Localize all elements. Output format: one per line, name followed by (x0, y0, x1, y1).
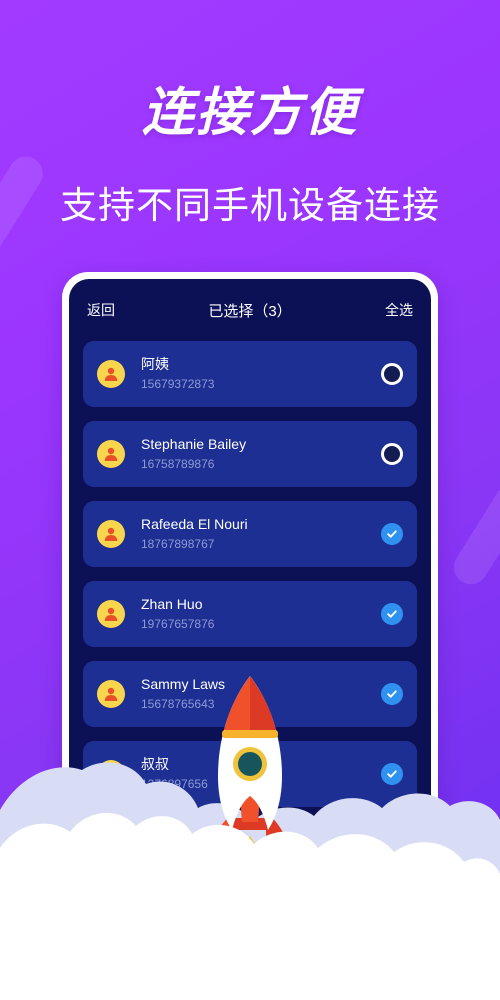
contact-name: Stephanie Bailey (141, 436, 247, 452)
checkbox-checked[interactable] (381, 683, 403, 705)
contact-text: 阿姨 15679372873 (141, 355, 381, 393)
contact-name: Zhan Huo (141, 596, 203, 612)
contact-text: Rafeeda El Nouri 18767898767 (141, 515, 381, 553)
checkbox-unchecked[interactable] (381, 363, 403, 385)
contact-name: 阿姨 (141, 356, 169, 372)
avatar-icon (97, 520, 125, 548)
promo-subheadline: 支持不同手机设备连接 (60, 185, 440, 226)
checkbox-checked[interactable] (381, 523, 403, 545)
avatar-icon (97, 440, 125, 468)
back-button[interactable]: 返回 (87, 300, 143, 320)
contact-phone: 18767898767 (141, 537, 215, 551)
contact-row[interactable]: Zhan Huo 19767657876 (83, 581, 417, 647)
contact-text: Zhan Huo 19767657876 (141, 595, 381, 633)
contact-row[interactable]: Stephanie Bailey 16758789876 (83, 421, 417, 487)
decor-streak-right (447, 479, 500, 591)
promo-headline: 连接方便 (141, 84, 358, 142)
contact-name: Rafeeda El Nouri (141, 516, 248, 532)
checkbox-unchecked[interactable] (381, 443, 403, 465)
contact-row[interactable]: 阿姨 15679372873 (83, 341, 417, 407)
promo-screenshot: 连接方便 支持不同手机设备连接 返回 已选择（3） 全选 阿姨 156793728… (0, 0, 500, 1000)
avatar-icon (97, 600, 125, 628)
contact-phone: 19767657876 (141, 617, 215, 631)
contact-row[interactable]: Rafeeda El Nouri 18767898767 (83, 501, 417, 567)
avatar-icon (97, 360, 125, 388)
contact-text: Stephanie Bailey 16758789876 (141, 435, 381, 473)
select-all-button[interactable]: 全选 (357, 300, 413, 320)
app-header: 返回 已选择（3） 全选 (69, 279, 431, 341)
cloud-layer-front (0, 813, 500, 1000)
header-title: 已选择（3） (208, 302, 292, 320)
contact-phone: 15679372873 (141, 377, 215, 391)
contact-phone: 16758789876 (141, 457, 215, 471)
avatar-icon (97, 680, 125, 708)
checkbox-checked[interactable] (381, 603, 403, 625)
